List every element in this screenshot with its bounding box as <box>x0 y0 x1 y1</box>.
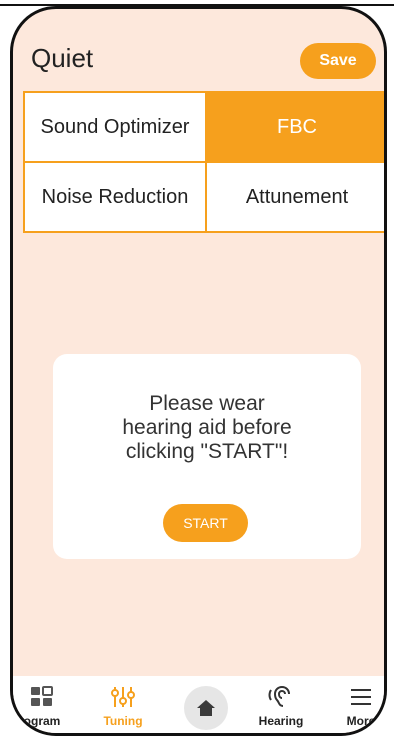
option-sound-optimizer[interactable]: Sound Optimizer <box>25 93 205 161</box>
tab-program[interactable]: ogram <box>13 676 77 733</box>
phone-screen: Quiet Save Sound Optimizer FBC Noise Red… <box>10 6 387 736</box>
tab-hearing-label: Hearing <box>258 714 304 728</box>
grid-icon <box>31 686 53 706</box>
message-line-3: clicking "START"! <box>125 440 289 463</box>
tab-more[interactable]: More <box>326 676 384 733</box>
tab-more-label: More <box>346 714 376 728</box>
tab-tuning-label: Tuning <box>103 714 143 728</box>
tab-tuning[interactable]: Tuning <box>88 676 158 733</box>
option-attunement[interactable]: Attunement <box>207 163 384 231</box>
option-fbc[interactable]: FBC <box>207 93 384 161</box>
home-icon <box>197 700 215 716</box>
header: Quiet Save <box>31 43 376 87</box>
list-icon <box>351 689 371 705</box>
tab-program-label: ogram <box>23 714 61 728</box>
start-button[interactable]: START <box>163 504 248 542</box>
message-line-1: Please wear <box>149 392 265 415</box>
sliders-icon <box>111 687 135 707</box>
tuning-options: Sound Optimizer FBC Noise Reduction Attu… <box>23 91 384 233</box>
home-button[interactable] <box>184 686 228 730</box>
ear-icon <box>268 685 290 707</box>
message-line-2: hearing aid before <box>122 416 292 439</box>
save-button[interactable]: Save <box>300 43 376 79</box>
page-title: Quiet <box>31 43 94 73</box>
option-noise-reduction[interactable]: Noise Reduction <box>25 163 205 231</box>
tab-hearing[interactable]: Hearing <box>246 676 316 733</box>
instruction-card: Please wear hearing aid before clicking … <box>53 354 361 559</box>
bottom-tab-bar: ogram Tuning Hearing More <box>13 676 384 733</box>
instruction-message: Please wear hearing aid before clicking … <box>53 392 361 464</box>
